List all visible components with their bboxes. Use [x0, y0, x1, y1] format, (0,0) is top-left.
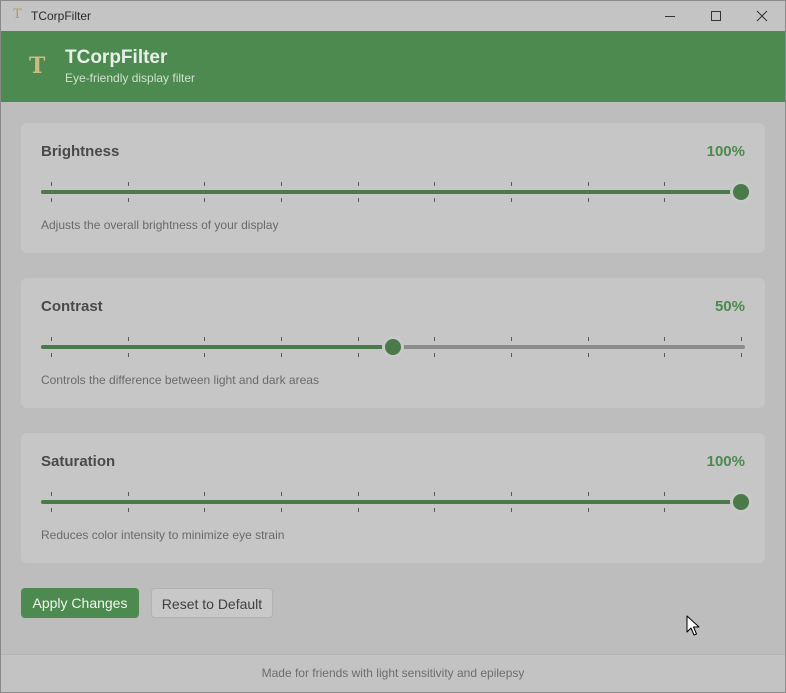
- brightness-card: Brightness 100% Adjusts the overall brig…: [21, 123, 765, 253]
- slider-tick: [204, 508, 205, 512]
- slider-tick: [358, 353, 359, 357]
- slider-tick: [204, 337, 205, 341]
- saturation-label: Saturation: [41, 453, 116, 470]
- slider-tick: [741, 353, 742, 357]
- slider-thumb[interactable]: [733, 494, 749, 510]
- slider-tick: [281, 198, 282, 202]
- slider-tick: [51, 182, 52, 186]
- slider-tick: [511, 182, 512, 186]
- contrast-description: Controls the difference between light an…: [41, 373, 319, 387]
- slider-tick: [741, 337, 742, 341]
- brightness-value: 100%: [706, 143, 745, 160]
- apply-changes-button[interactable]: Apply Changes: [21, 588, 139, 618]
- footer: Made for friends with light sensitivity …: [1, 654, 785, 692]
- brightness-slider[interactable]: [41, 180, 749, 204]
- title-bar[interactable]: T TCorpFilter: [1, 1, 785, 31]
- app-name: TCorpFilter: [65, 47, 168, 68]
- brightness-label: Brightness: [41, 143, 120, 160]
- slider-tick: [434, 198, 435, 202]
- contrast-card: Contrast 50% Controls the difference bet…: [21, 278, 765, 408]
- slider-tick: [588, 198, 589, 202]
- slider-tick: [664, 492, 665, 496]
- slider-tick: [511, 492, 512, 496]
- slider-fill: [41, 345, 393, 349]
- slider-tick: [511, 353, 512, 357]
- slider-fill: [41, 500, 741, 504]
- slider-tick: [51, 492, 52, 496]
- slider-tick: [51, 337, 52, 341]
- app-header: T TCorpFilter Eye-friendly display filte…: [1, 31, 785, 102]
- app-subtitle: Eye-friendly display filter: [65, 71, 196, 85]
- close-icon: [756, 10, 768, 22]
- slider-tick: [664, 198, 665, 202]
- slider-tick: [128, 492, 129, 496]
- app-logo: T: [29, 53, 46, 79]
- slider-tick: [434, 182, 435, 186]
- slider-tick: [204, 198, 205, 202]
- slider-tick: [128, 508, 129, 512]
- slider-tick: [434, 337, 435, 341]
- slider-tick: [588, 492, 589, 496]
- slider-tick: [511, 198, 512, 202]
- slider-tick: [204, 492, 205, 496]
- maximize-button[interactable]: [693, 1, 739, 31]
- contrast-slider[interactable]: [41, 335, 745, 359]
- saturation-value: 100%: [706, 453, 745, 470]
- reset-to-default-button[interactable]: Reset to Default: [151, 588, 273, 618]
- close-button[interactable]: [739, 1, 785, 31]
- slider-tick: [588, 182, 589, 186]
- slider-thumb[interactable]: [385, 339, 401, 355]
- slider-tick: [664, 182, 665, 186]
- slider-tick: [128, 353, 129, 357]
- slider-tick: [511, 508, 512, 512]
- app-icon: T: [13, 7, 22, 22]
- slider-tick: [588, 508, 589, 512]
- app-window: T TCorpFilter T TCorpFilter Eye-friendly…: [0, 0, 786, 693]
- minimize-button[interactable]: [647, 1, 693, 31]
- mouse-cursor-icon: [686, 615, 700, 636]
- slider-tick: [511, 337, 512, 341]
- slider-tick: [281, 508, 282, 512]
- slider-thumb[interactable]: [733, 184, 749, 200]
- contrast-value: 50%: [714, 298, 745, 315]
- slider-tick: [281, 337, 282, 341]
- slider-tick: [664, 337, 665, 341]
- slider-tick: [358, 198, 359, 202]
- slider-tick: [664, 508, 665, 512]
- slider-tick: [434, 492, 435, 496]
- slider-tick: [204, 353, 205, 357]
- slider-tick: [281, 492, 282, 496]
- slider-tick: [281, 182, 282, 186]
- slider-tick: [358, 508, 359, 512]
- slider-tick: [588, 337, 589, 341]
- slider-tick: [664, 353, 665, 357]
- slider-tick: [358, 182, 359, 186]
- window-title: TCorpFilter: [31, 9, 92, 23]
- slider-tick: [128, 182, 129, 186]
- saturation-description: Reduces color intensity to minimize eye …: [41, 528, 285, 542]
- slider-tick: [434, 508, 435, 512]
- slider-tick: [588, 353, 589, 357]
- brightness-description: Adjusts the overall brightness of your d…: [41, 218, 279, 232]
- slider-tick: [434, 353, 435, 357]
- slider-tick: [128, 337, 129, 341]
- footer-note: Made for friends with light sensitivity …: [261, 666, 525, 680]
- slider-tick: [204, 182, 205, 186]
- slider-tick: [358, 337, 359, 341]
- slider-tick: [51, 353, 52, 357]
- slider-tick: [358, 492, 359, 496]
- slider-fill: [41, 190, 741, 194]
- slider-tick: [128, 198, 129, 202]
- maximize-icon: [711, 11, 721, 21]
- slider-tick: [281, 353, 282, 357]
- slider-tick: [51, 508, 52, 512]
- saturation-slider[interactable]: [41, 490, 749, 514]
- contrast-label: Contrast: [41, 298, 103, 315]
- saturation-card: Saturation 100% Reduces color intensity …: [21, 433, 765, 563]
- slider-tick: [51, 198, 52, 202]
- minimize-icon: [665, 16, 675, 17]
